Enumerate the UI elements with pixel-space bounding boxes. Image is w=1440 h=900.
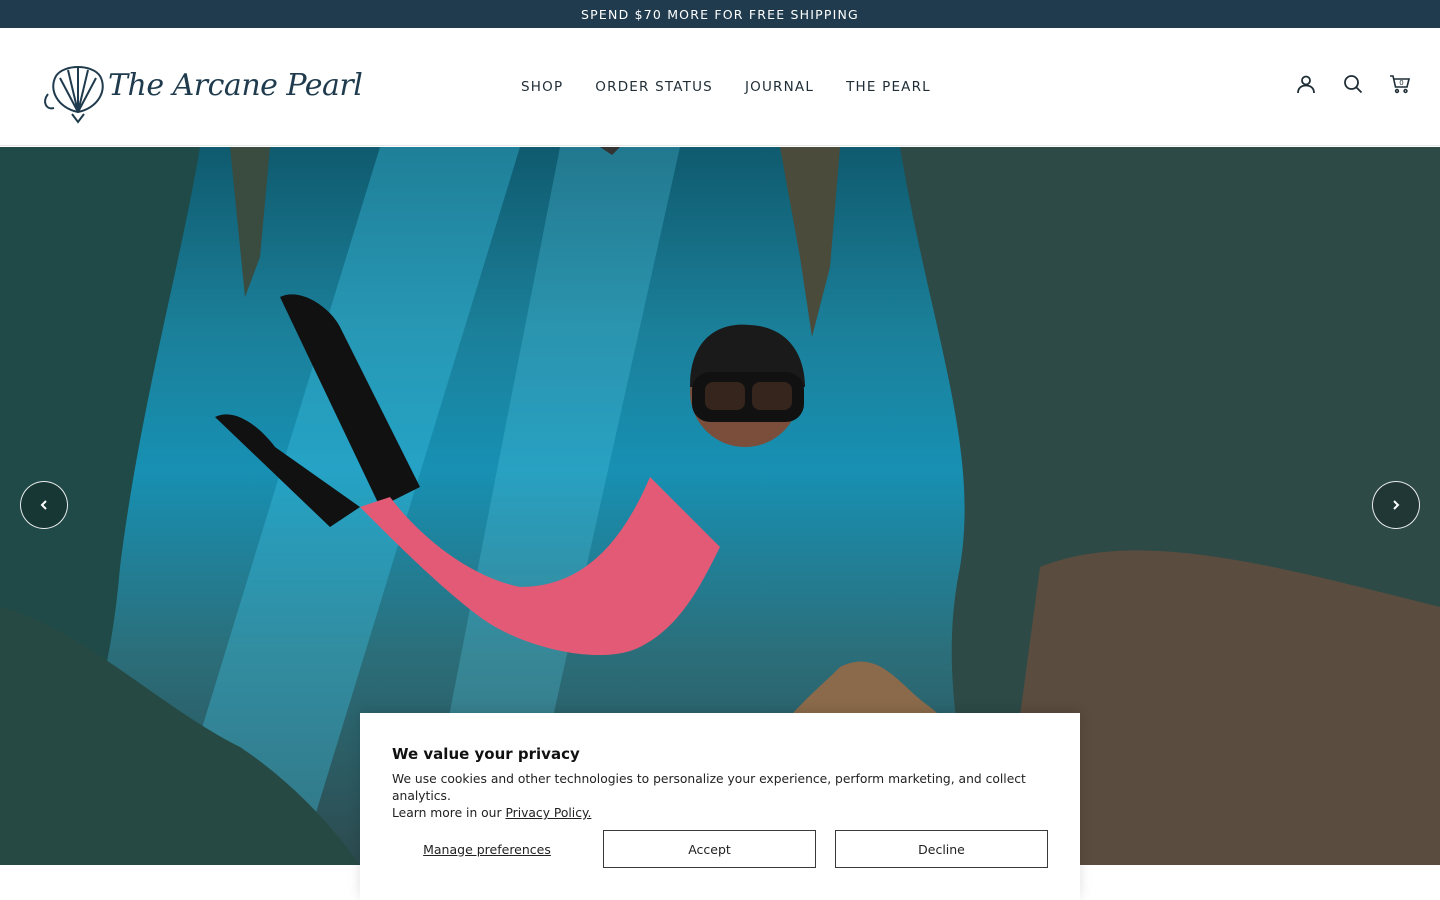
header-icons: 0 <box>1294 72 1412 96</box>
announcement-bar: SPEND $70 MORE FOR FREE SHIPPING <box>0 0 1440 28</box>
cart-count: 0 <box>1399 79 1403 87</box>
site-header: The Arcane Pearl SHOP ORDER STATUS JOURN… <box>0 28 1440 146</box>
decline-button[interactable]: Decline <box>835 830 1048 868</box>
nav-journal[interactable]: JOURNAL <box>744 79 815 95</box>
accept-button[interactable]: Accept <box>603 830 816 868</box>
logo[interactable]: The Arcane Pearl <box>38 50 363 130</box>
nav-the-pearl[interactable]: THE PEARL <box>845 79 932 95</box>
nav-order-status[interactable]: ORDER STATUS <box>594 79 714 95</box>
chevron-left-icon <box>40 500 47 510</box>
carousel-prev-button[interactable] <box>20 481 68 529</box>
account-icon[interactable] <box>1294 72 1318 96</box>
carousel-next-button[interactable] <box>1372 481 1420 529</box>
cookie-body-prefix: Learn more in our <box>392 806 506 820</box>
cookie-banner: We value your privacy We use cookies and… <box>360 713 1080 900</box>
cookie-actions: Manage preferences Accept Decline <box>392 830 1048 868</box>
shell-logo-icon <box>44 66 104 124</box>
chevron-right-icon <box>1393 500 1400 510</box>
manage-preferences-link[interactable]: Manage preferences <box>392 830 582 868</box>
cookie-body-line1: We use cookies and other technologies to… <box>392 772 1026 803</box>
announcement-text: SPEND $70 MORE FOR FREE SHIPPING <box>581 6 859 22</box>
main-nav: SHOP ORDER STATUS JOURNAL THE PEARL <box>520 28 932 146</box>
search-icon[interactable] <box>1341 72 1365 96</box>
nav-shop[interactable]: SHOP <box>520 79 564 95</box>
privacy-policy-link[interactable]: Privacy Policy. <box>505 806 591 820</box>
logo-text: The Arcane Pearl <box>108 68 363 103</box>
cookie-title: We value your privacy <box>392 745 580 763</box>
cookie-body: We use cookies and other technologies to… <box>392 771 1048 822</box>
cart-icon[interactable]: 0 <box>1388 72 1412 96</box>
